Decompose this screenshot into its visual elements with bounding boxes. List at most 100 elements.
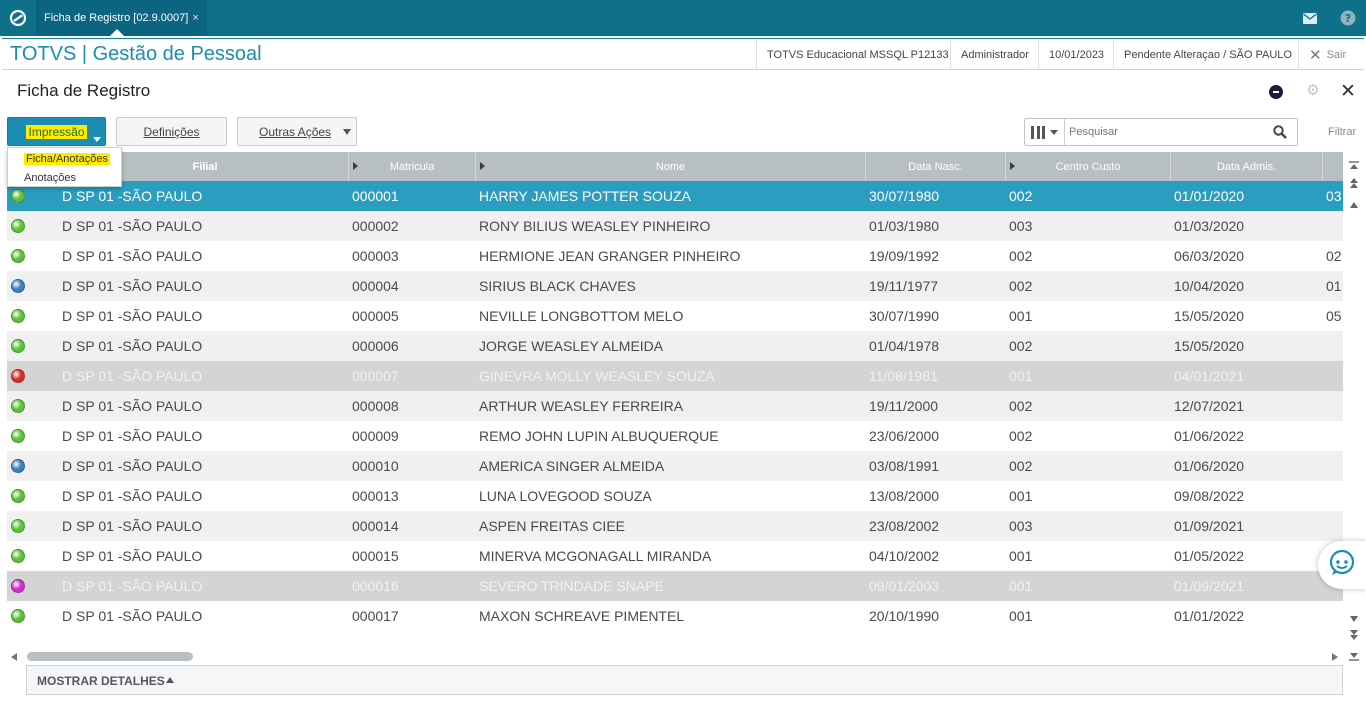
other-actions-label: Outras Ações: [259, 124, 332, 139]
table-row[interactable]: D SP 01 -SÃO PAULO 000002 RONY BILIUS WEAS…: [7, 211, 1343, 241]
cell-nasc: 13/08/2000: [869, 488, 940, 504]
cell-matricula: 000017: [352, 608, 399, 624]
table-row[interactable]: D SP 01 -SÃO PAULO 000009 REMO JOHN LUPIN …: [7, 421, 1343, 451]
cell-admis: 06/03/2020: [1174, 248, 1245, 264]
close-page-icon[interactable]: ✕: [1340, 82, 1356, 102]
cell-admis: 01/01/2022: [1174, 608, 1245, 624]
column-header-matricula[interactable]: Matricula: [349, 152, 476, 181]
column-header-extra[interactable]: [1323, 152, 1343, 181]
search-box: [1024, 118, 1298, 146]
cell-matricula: 000015: [352, 548, 399, 564]
status-green-icon[interactable]: [11, 549, 25, 563]
status-green-icon[interactable]: [11, 489, 25, 503]
status-blue-icon[interactable]: [11, 279, 25, 293]
cell-cc: 001: [1009, 578, 1033, 594]
chevron-down-icon: [1050, 129, 1058, 135]
scroll-page-down-icon[interactable]: [1349, 628, 1359, 640]
details-bar[interactable]: MOSTRAR DETALHES: [26, 665, 1343, 695]
chat-assistant-button[interactable]: [1318, 541, 1366, 589]
column-header-data-admis[interactable]: Data Admis.: [1171, 152, 1323, 181]
cell-nome: SIRIUS BLACK CHAVES: [479, 278, 636, 294]
column-header-centro-custo[interactable]: Centro Custo: [1006, 152, 1171, 181]
help-icon[interactable]: ?: [1330, 0, 1366, 36]
totvs-logo-icon[interactable]: [0, 0, 36, 36]
sort-arrow-icon: [1010, 162, 1015, 170]
cell-cc: 002: [1009, 188, 1033, 204]
table-row[interactable]: D SP 01 -SÃO PAULO 000017 MAXON SCHREAVE P…: [7, 601, 1343, 631]
cell-extra: [1326, 391, 1343, 421]
cell-nome: NEVILLE LONGBOTTOM MELO: [479, 308, 684, 324]
horizontal-scrollbar[interactable]: [7, 650, 1343, 664]
search-icon[interactable]: [1273, 125, 1287, 139]
cell-admis: 01/06/2022: [1174, 428, 1245, 444]
table-row[interactable]: D SP 01 -SÃO PAULO 000014 ASPEN FREITAS CI…: [7, 511, 1343, 541]
table-row[interactable]: D SP 01 -SÃO PAULO 000016 SEVERO TRINDADE …: [7, 571, 1343, 601]
cell-filial: D SP 01 -SÃO PAULO: [62, 548, 203, 564]
scroll-left-icon[interactable]: [11, 653, 17, 661]
cell-filial: D SP 01 -SÃO PAULO: [62, 278, 203, 294]
print-button[interactable]: Impressão: [7, 117, 106, 146]
cell-filial: D SP 01 -SÃO PAULO: [62, 398, 203, 414]
status-green-icon[interactable]: [11, 309, 25, 323]
scroll-up-icon[interactable]: [1349, 196, 1359, 208]
status-green-icon[interactable]: [11, 609, 25, 623]
column-header-nome[interactable]: Nome: [476, 152, 866, 181]
table-row[interactable]: D SP 01 -SÃO PAULO 000007 GINEVRA MOLLY WE…: [7, 361, 1343, 391]
scroll-down-icon[interactable]: [1349, 610, 1359, 622]
columns-selector[interactable]: [1025, 119, 1065, 145]
table-row[interactable]: D SP 01 -SÃO PAULO 000005 NEVILLE LONGBOTT…: [7, 301, 1343, 331]
status-green-icon[interactable]: [11, 429, 25, 443]
search-input[interactable]: [1069, 122, 1265, 142]
table-row[interactable]: D SP 01 -SÃO PAULO 000003 HERMIONE JEAN GR…: [7, 241, 1343, 271]
cell-nasc: 01/04/1978: [869, 338, 940, 354]
branch-label[interactable]: Pendente Alteraçao / SÃO PAULO: [1113, 39, 1302, 70]
cell-admis: 01/09/2021: [1174, 578, 1245, 594]
menu-item-anotacoes[interactable]: Anotações: [8, 169, 121, 187]
status-magenta-icon[interactable]: [11, 579, 25, 593]
cell-nasc: 19/11/2000: [869, 398, 939, 414]
cell-matricula: 000005: [352, 308, 399, 324]
status-green-icon[interactable]: [11, 519, 25, 533]
cell-extra: [1326, 211, 1343, 241]
cell-matricula: 000013: [352, 488, 399, 504]
cell-cc: 002: [1009, 428, 1033, 444]
cell-admis: 15/05/2020: [1174, 338, 1245, 354]
other-actions-button[interactable]: Outras Ações: [237, 117, 357, 146]
scroll-right-icon[interactable]: [1332, 653, 1338, 661]
grid-header: Filial Matricula Nome Data Nasc. Centro …: [7, 152, 1343, 181]
table-row[interactable]: D SP 01 -SÃO PAULO 000006 JORGE WEASLEY AL…: [7, 331, 1343, 361]
info-icon[interactable]: [1269, 85, 1283, 99]
table-row[interactable]: D SP 01 -SÃO PAULO 000008 ARTHUR WEASLEY F…: [7, 391, 1343, 421]
user-label[interactable]: Administrador: [950, 39, 1039, 70]
scroll-page-up-icon[interactable]: [1349, 176, 1359, 188]
menu-item-ficha-anotacoes[interactable]: Ficha/Anotações: [8, 150, 121, 168]
filter-link[interactable]: Filtrar: [1328, 126, 1356, 138]
exit-button[interactable]: ✕ Sair: [1298, 39, 1356, 70]
status-green-icon[interactable]: [11, 249, 25, 263]
column-header-data-nasc[interactable]: Data Nasc.: [866, 152, 1006, 181]
table-row[interactable]: D SP 01 -SÃO PAULO 000010 AMERICA SINGER A…: [7, 451, 1343, 481]
cell-cc: 002: [1009, 338, 1033, 354]
cell-matricula: 000010: [352, 458, 399, 474]
cell-cc: 002: [1009, 248, 1033, 264]
status-green-icon[interactable]: [11, 399, 25, 413]
status-blue-icon[interactable]: [11, 459, 25, 473]
settings-gear-icon[interactable]: ⚙: [1305, 83, 1321, 99]
horizontal-scroll-thumb[interactable]: [27, 652, 193, 661]
status-green-icon[interactable]: [11, 219, 25, 233]
mail-icon[interactable]: [1292, 0, 1328, 36]
date-label[interactable]: 10/01/2023: [1038, 39, 1114, 70]
scroll-bottom-icon[interactable]: [1349, 648, 1359, 661]
table-row[interactable]: D SP 01 -SÃO PAULO 000013 LUNA LOVEGOOD SO…: [7, 481, 1343, 511]
definitions-button[interactable]: Definições: [116, 117, 227, 146]
status-green-icon[interactable]: [11, 189, 25, 203]
status-green-icon[interactable]: [11, 339, 25, 353]
cell-nome: MINERVA MCGONAGALL MIRANDA: [479, 548, 712, 564]
scroll-top-icon[interactable]: [1349, 158, 1359, 169]
cell-nasc: 30/07/1990: [869, 308, 940, 324]
table-row[interactable]: D SP 01 -SÃO PAULO 000015 MINERVA MCGONAGA…: [7, 541, 1343, 571]
tab-close-icon[interactable]: ×: [192, 12, 198, 24]
table-row[interactable]: D SP 01 -SÃO PAULO 000004 SIRIUS BLACK CHA…: [7, 271, 1343, 301]
table-row[interactable]: D SP 01 -SÃO PAULO 000001 HARRY JAMES POTT…: [7, 181, 1343, 211]
status-red-icon[interactable]: [11, 369, 25, 383]
